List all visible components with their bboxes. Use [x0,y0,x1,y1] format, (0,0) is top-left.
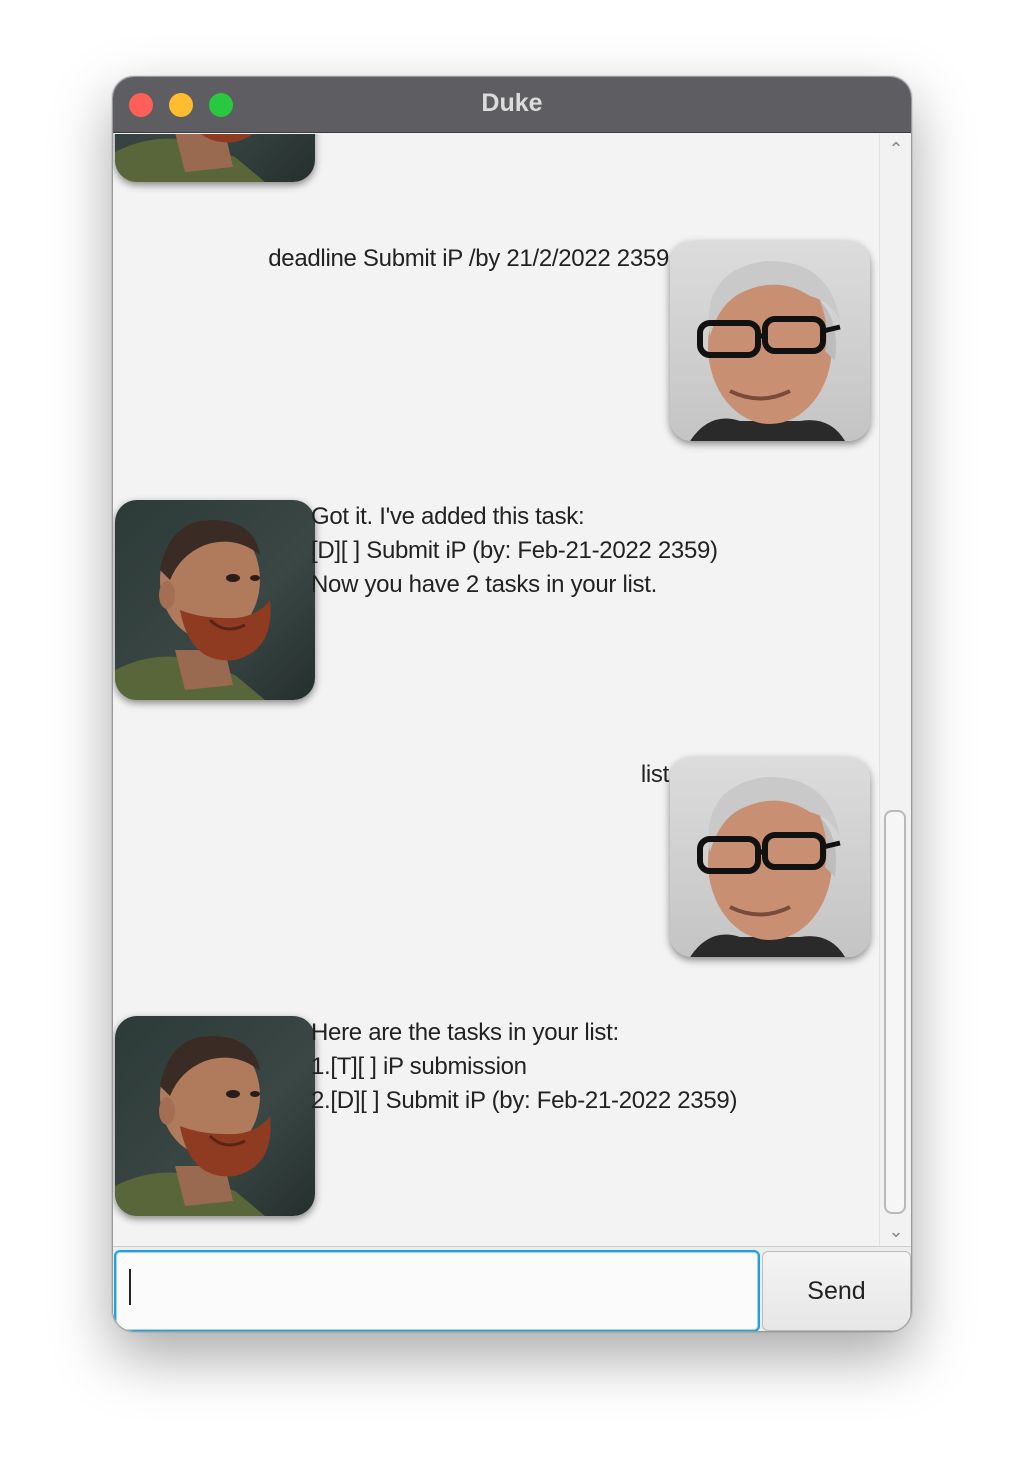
send-button[interactable]: Send [762,1251,911,1331]
title-bar: Duke [113,77,911,133]
user-message-text: deadline Submit iP /by 21/2/2022 2359 [268,242,669,276]
message-line: Got it. I've added this task: [311,503,585,530]
app-window: Duke deadline Submit iP /by 21/2/2022 23… [112,76,912,1332]
scroll-down-arrow-icon[interactable]: ⌄ [880,1216,911,1246]
user-input-field[interactable] [114,1250,760,1331]
duke-avatar [115,134,315,182]
message-line: [D][ ] Submit iP (by: Feb-21-2022 2359) [311,537,718,564]
message-line: deadline Submit iP /by 21/2/2022 2359 [268,245,669,272]
user-avatar [670,757,870,957]
duke-avatar [115,500,315,700]
message-line: 1.[T][ ] iP submission [311,1053,527,1080]
scroll-up-arrow-icon[interactable]: ⌃ [880,134,911,164]
scrollbar-thumb[interactable] [884,810,906,1214]
vertical-scrollbar[interactable]: ⌃ ⌄ [879,134,911,1246]
user-avatar [670,241,870,441]
input-bar: Send [113,1246,911,1331]
message-line: Now you have 2 tasks in your list. [311,571,657,598]
message-line: list [640,761,669,788]
duke-avatar [115,1016,315,1216]
user-message-text: list [641,758,669,792]
message-line: Here are the tasks in your list: [311,1019,619,1046]
window-title: Duke [481,89,543,117]
duke-message-text: Got it. I've added this task: [D][ ] Sub… [311,500,718,602]
duke-message-text: Here are the tasks in your list: 1.[T][ … [311,1016,737,1118]
dialog-container[interactable]: deadline Submit iP /by 21/2/2022 2359 Go… [113,134,879,1246]
text-caret [129,1269,131,1305]
message-line: 2.[D][ ] Submit iP (by: Feb-21-2022 2359… [311,1087,738,1114]
